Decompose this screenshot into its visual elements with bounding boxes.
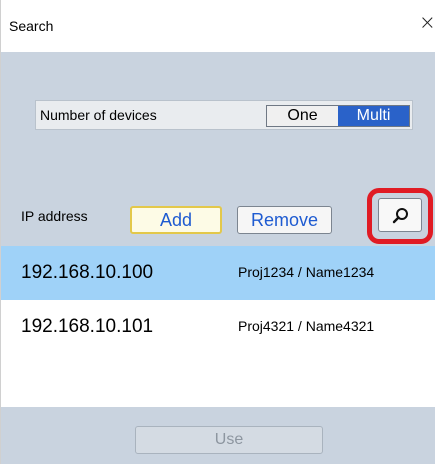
- list-item-ip: 192.168.10.101: [21, 316, 154, 337]
- add-button[interactable]: Add: [130, 206, 222, 234]
- list-item[interactable]: 192.168.10.100 Proj1234 / Name1234: [1, 246, 435, 300]
- use-button[interactable]: Use: [135, 426, 323, 454]
- search-icon: [392, 208, 408, 224]
- device-count-row: Number of devices One Multi: [35, 100, 413, 130]
- title-bar: Search ×: [1, 0, 435, 52]
- list-item-project: Proj4321 / Name4321: [238, 318, 375, 334]
- ip-address-label: IP address: [21, 208, 88, 224]
- device-count-label: Number of devices: [40, 107, 157, 123]
- remove-button[interactable]: Remove: [237, 206, 332, 234]
- search-dialog: Search × Number of devices One Multi IP …: [0, 0, 435, 464]
- list-item[interactable]: 192.168.10.101 Proj4321 / Name4321: [1, 300, 435, 354]
- list-item-project: Proj1234 / Name1234: [238, 264, 375, 280]
- window-title: Search: [9, 18, 54, 34]
- device-list: 192.168.10.100 Proj1234 / Name1234 192.1…: [1, 246, 435, 407]
- list-item-ip: 192.168.10.100: [21, 262, 154, 283]
- device-count-option-one[interactable]: One: [267, 106, 338, 126]
- close-icon[interactable]: ×: [419, 12, 435, 32]
- device-count-option-multi[interactable]: Multi: [338, 106, 409, 126]
- search-button[interactable]: [378, 198, 422, 232]
- device-count-toggle: One Multi: [266, 105, 410, 127]
